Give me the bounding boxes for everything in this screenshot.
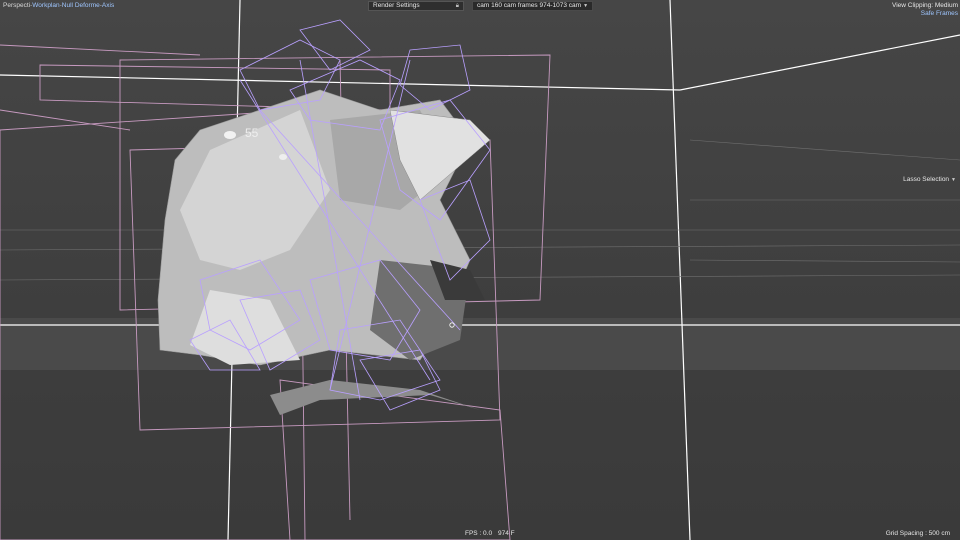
3d-viewport[interactable]: 55 Perspecti-Workplan-Null Deforme-Axis … <box>0 0 960 540</box>
lock-icon[interactable]: 🔒︎ <box>456 2 459 10</box>
highlight-blob <box>279 154 287 160</box>
crumb-workplane[interactable]: Workplan <box>32 2 59 9</box>
active-tool-indicator[interactable]: Lasso Selection ▼ <box>903 176 956 184</box>
crumb-axis[interactable]: Axis <box>102 2 114 9</box>
frame-readout: 974 F <box>498 530 515 537</box>
safe-frames-toggle[interactable]: Safe Frames <box>921 10 958 18</box>
crumb-null[interactable]: Null <box>62 2 73 9</box>
take-field[interactable]: cam 160 cam frames 974-1073 cam ▼ <box>472 1 594 11</box>
lasso-selection-label: Lasso Selection <box>903 176 950 183</box>
scene-canvas[interactable]: 55 <box>0 0 960 540</box>
mesh-sticker-text: 55 <box>245 126 259 140</box>
grid-spacing-readout: Grid Spacing : 500 cm <box>885 530 950 537</box>
render-settings-label: Render Settings <box>373 2 420 9</box>
crumb-perspective[interactable]: Perspecti <box>3 2 30 9</box>
viewport-breadcrumb[interactable]: Perspecti-Workplan-Null Deforme-Axis <box>3 2 114 10</box>
perspective-grid <box>0 0 960 540</box>
chevron-down-icon[interactable]: ▼ <box>583 2 588 10</box>
horizon-band <box>0 318 960 370</box>
view-clipping-readout[interactable]: View Clipping: Medium <box>892 2 958 10</box>
crumb-deformer[interactable]: Deforme <box>75 2 100 9</box>
take-label: cam 160 cam frames 974-1073 cam <box>477 2 582 9</box>
fps-readout: FPS : 0.0 <box>465 530 493 537</box>
render-settings-dropdown[interactable]: Render Settings 🔒︎ <box>368 1 464 11</box>
highlight-blob <box>224 131 236 139</box>
chevron-down-icon[interactable]: ▼ <box>951 176 956 184</box>
